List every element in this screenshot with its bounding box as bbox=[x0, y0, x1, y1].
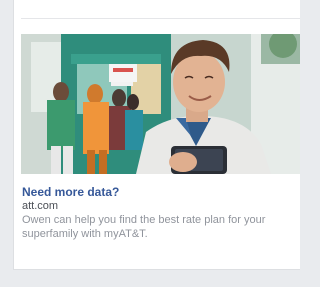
ad-text-block: Need more data? att.com Owen can help yo… bbox=[22, 185, 294, 241]
divider bbox=[21, 18, 300, 19]
ad-photo-illustration bbox=[21, 34, 300, 174]
ad-domain-link[interactable]: att.com bbox=[22, 199, 294, 213]
ads-panel: Need more data? att.com Owen can help yo… bbox=[0, 0, 300, 287]
ad-image[interactable] bbox=[21, 34, 300, 174]
ad-title-link[interactable]: Need more data? bbox=[22, 185, 294, 199]
ad-description: Owen can help you find the best rate pla… bbox=[22, 214, 266, 240]
